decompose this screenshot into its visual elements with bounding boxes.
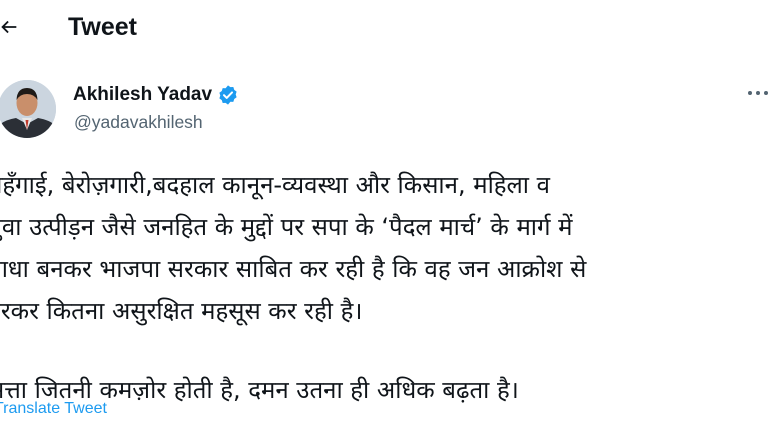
header-bar: Tweet (0, 0, 768, 56)
more-options-icon[interactable] (748, 80, 768, 106)
tweet-line: सत्ता जितनी कमज़ोर होती है, दमन उतना ही … (0, 376, 519, 404)
tweet-line: युवा उत्पीड़न जैसे जनहित के मुद्दों पर स… (0, 213, 573, 241)
avatar[interactable] (0, 80, 56, 138)
author-name[interactable]: Akhilesh Yadav (73, 82, 239, 108)
verified-badge-icon (217, 84, 239, 106)
author-name-label: Akhilesh Yadav (73, 84, 213, 105)
tweet-page: Tweet Akhilesh Yadav @yadavakhilesh महँग… (0, 0, 768, 432)
translate-tweet-link[interactable]: Translate Tweet (0, 398, 107, 420)
tweet-line: महँगाई, बेरोज़गारी,बदहाल कानून-व्यवस्था … (0, 171, 550, 199)
page-title: Tweet (68, 13, 137, 41)
back-arrow-icon[interactable] (0, 12, 24, 42)
tweet-text: महँगाई, बेरोज़गारी,बदहाल कानून-व्यवस्था … (0, 164, 763, 411)
author-handle[interactable]: @yadavakhilesh (74, 110, 203, 134)
tweet-line: बाधा बनकर भाजपा सरकार साबित कर रही है कि… (0, 255, 587, 283)
tweet-line: डरकर कितना असुरक्षित महसूस कर रही है। (0, 297, 363, 325)
